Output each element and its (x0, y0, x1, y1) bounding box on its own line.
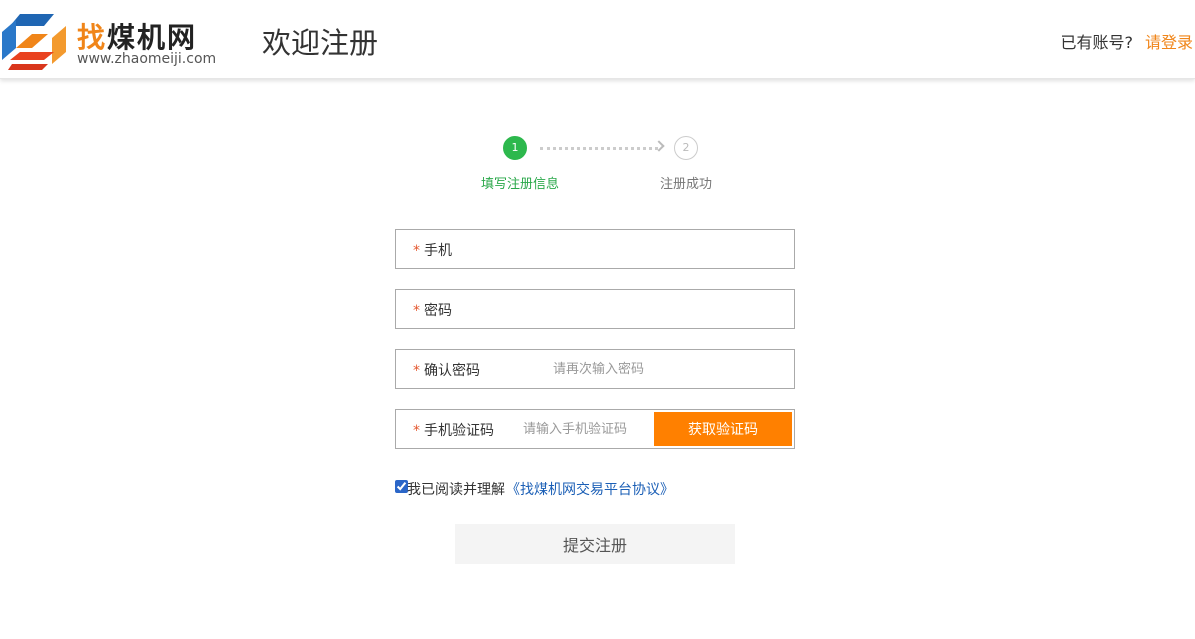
registration-steps: 1 2 填写注册信息 注册成功 (470, 135, 730, 195)
account-question: 已有账号? (1060, 33, 1133, 52)
account-prompt: 已有账号? 请登录 (1060, 29, 1193, 53)
phone-input[interactable] (496, 231, 786, 267)
step-connector (540, 147, 658, 150)
password-label: * 密码 (413, 303, 452, 319)
required-mark: * (413, 363, 420, 379)
password-field[interactable]: * 密码 (395, 289, 795, 329)
confirm-password-field[interactable]: * 确认密码 (395, 349, 795, 389)
confirm-password-input[interactable] (553, 351, 783, 387)
get-code-button[interactable]: 获取验证码 (654, 412, 792, 446)
sms-code-label: * 手机验证码 (413, 423, 494, 439)
step-1-indicator: 1 (503, 136, 527, 160)
phone-field[interactable]: * 手机 (395, 229, 795, 269)
confirm-password-label: * 确认密码 (413, 363, 480, 379)
password-input[interactable] (496, 291, 786, 327)
agreement-link[interactable]: 《找煤机网交易平台协议》 (506, 479, 674, 499)
required-mark: * (413, 423, 420, 439)
phone-label: * 手机 (413, 243, 452, 259)
required-mark: * (413, 303, 420, 319)
logo-name: 找煤机网 (77, 21, 198, 54)
step-2-label: 注册成功 (660, 177, 713, 192)
required-mark: * (413, 243, 420, 259)
site-header: 找煤机网 www.zhaomeiji.com 欢迎注册 已有账号? 请登录 (0, 0, 1195, 79)
site-logo[interactable]: 找煤机网 www.zhaomeiji.com (2, 10, 224, 72)
logo-url: www.zhaomeiji.com (77, 51, 217, 67)
sms-code-input[interactable] (523, 411, 651, 447)
agreement-text: 我已阅读并理解 (407, 482, 505, 498)
page-title: 欢迎注册 (262, 26, 379, 60)
sms-code-field[interactable]: *手机验证码 获取验证码 (395, 409, 795, 449)
submit-button[interactable]: 提交注册 (455, 524, 735, 564)
step-1-label: 填写注册信息 (481, 177, 560, 192)
zhaomeiji-logo-icon (2, 14, 66, 70)
step-2-indicator: 2 (674, 136, 698, 160)
login-link[interactable]: 请登录 (1145, 33, 1193, 52)
